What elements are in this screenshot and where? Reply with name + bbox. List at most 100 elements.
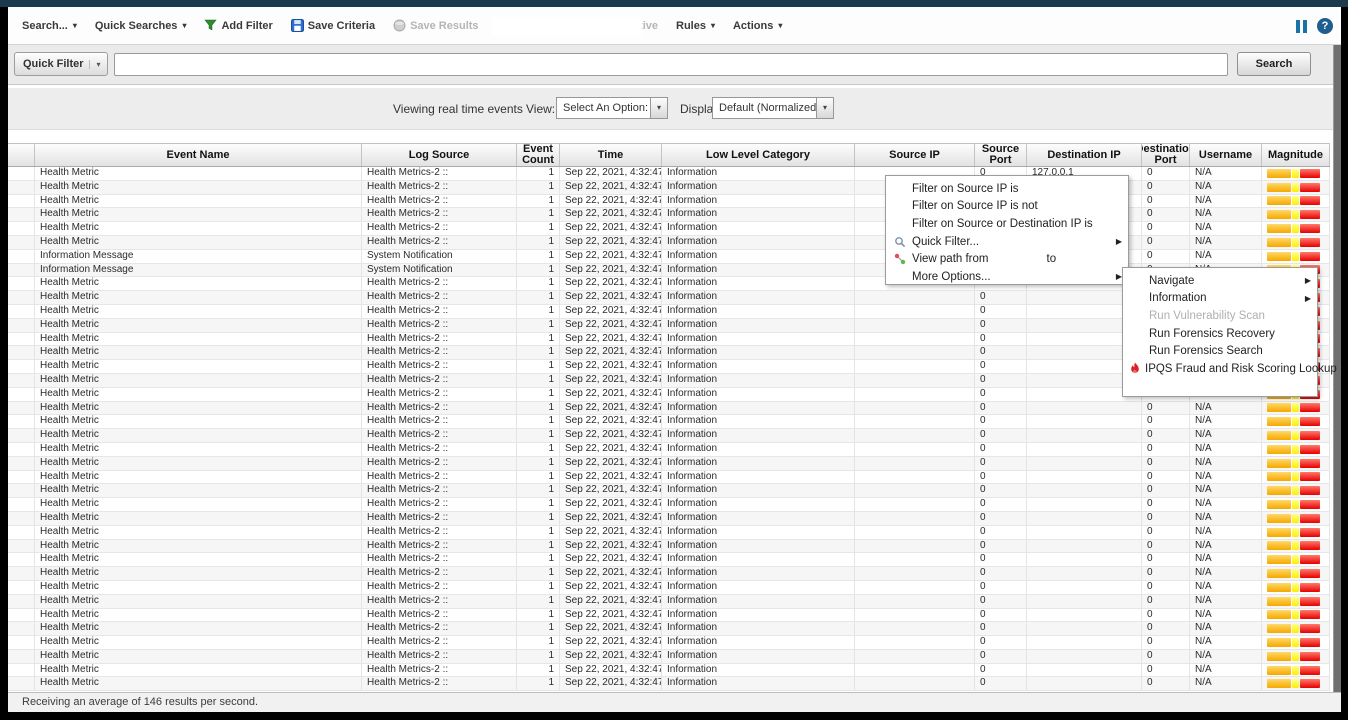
cell-event-name: Health Metric <box>35 236 362 249</box>
cell-event-name: Health Metric <box>35 622 362 635</box>
cell-log-source: Health Metrics-2 :: <box>362 181 517 194</box>
column-header-dest-ip[interactable]: Destination IP <box>1027 144 1142 166</box>
context-menu-item-view-path-from[interactable]: View path fromto <box>886 250 1128 268</box>
table-row[interactable]: Health MetricHealth Metrics-2 ::1Sep 22,… <box>8 498 1330 512</box>
column-header-username[interactable]: Username <box>1190 144 1262 166</box>
quick-filter-dropdown[interactable]: Quick Filter ▾ <box>14 52 108 76</box>
display-select[interactable]: Default (Normalized) ▾ <box>712 97 834 119</box>
help-icon[interactable]: ? <box>1317 18 1333 34</box>
table-row[interactable]: Health MetricHealth Metrics-2 ::1Sep 22,… <box>8 595 1330 609</box>
cell-select <box>8 250 35 263</box>
table-row[interactable]: Health MetricHealth Metrics-2 ::1Sep 22,… <box>8 208 1330 222</box>
toolbar-item-add-filter[interactable]: Add Filter <box>204 19 272 32</box>
submenu-item-ipqs-fraud-and-risk-scoring-lookup[interactable]: IPQS Fraud and Risk Scoring Lookup <box>1123 360 1317 378</box>
cell-category: Information <box>662 167 855 180</box>
table-row[interactable]: Health MetricHealth Metrics-2 ::1Sep 22,… <box>8 236 1330 250</box>
table-row[interactable]: Health MetricHealth Metrics-2 ::1Sep 22,… <box>8 443 1330 457</box>
context-menu-item-filter-on-source-ip-is-not[interactable]: Filter on Source IP is not <box>886 198 1128 216</box>
view-select[interactable]: Select An Option: ▾ <box>556 97 668 119</box>
table-row[interactable]: Health MetricHealth Metrics-2 ::1Sep 22,… <box>8 457 1330 471</box>
column-header-magnitude[interactable]: Magnitude <box>1262 144 1330 166</box>
submenu-item-information[interactable]: Information▶ <box>1123 290 1317 308</box>
cell-dest-ip <box>1027 443 1142 456</box>
toolbar-item-save-criteria[interactable]: Save Criteria <box>291 19 375 32</box>
column-header-log-source[interactable]: Log Source <box>362 144 517 166</box>
table-row[interactable]: Health MetricHealth Metrics-2 ::1Sep 22,… <box>8 512 1330 526</box>
cell-time: Sep 22, 2021, 4:32:47 PM <box>560 402 662 415</box>
table-row[interactable]: Health MetricHealth Metrics-2 ::1Sep 22,… <box>8 415 1330 429</box>
table-row[interactable]: Health MetricHealth Metrics-2 ::1Sep 22,… <box>8 526 1330 540</box>
cell-username: N/A <box>1190 677 1262 690</box>
toolbar-item-quick-searches[interactable]: Quick Searches▾ <box>95 20 187 32</box>
cell-log-source: Health Metrics-2 :: <box>362 443 517 456</box>
cell-log-source: Health Metrics-2 :: <box>362 581 517 594</box>
table-row[interactable]: Information MessageSystem Notification1S… <box>8 250 1330 264</box>
table-row[interactable]: Health MetricHealth Metrics-2 ::1Sep 22,… <box>8 471 1330 485</box>
quick-filter-label: Quick Filter <box>15 58 89 70</box>
cell-select <box>8 484 35 497</box>
table-row[interactable]: Health MetricHealth Metrics-2 ::1Sep 22,… <box>8 540 1330 554</box>
cell-time: Sep 22, 2021, 4:32:47 PM <box>560 195 662 208</box>
toolbar-item-label: Save Results <box>410 20 478 32</box>
table-row[interactable]: Health MetricHealth Metrics-2 ::1Sep 22,… <box>8 167 1330 181</box>
cell-event-count: 1 <box>517 664 560 677</box>
table-row[interactable]: Health MetricHealth Metrics-2 ::1Sep 22,… <box>8 484 1330 498</box>
column-header-event-count[interactable]: Event Count <box>517 144 560 166</box>
cell-event-name: Health Metric <box>35 484 362 497</box>
toolbar-item-rules[interactable]: Rules▾ <box>676 20 715 32</box>
table-row[interactable]: Health MetricHealth Metrics-2 ::1Sep 22,… <box>8 402 1330 416</box>
magnitude-bar <box>1300 597 1320 606</box>
cell-event-count: 1 <box>517 650 560 663</box>
table-row[interactable]: Health MetricHealth Metrics-2 ::1Sep 22,… <box>8 222 1330 236</box>
table-row[interactable]: Health MetricHealth Metrics-2 ::1Sep 22,… <box>8 181 1330 195</box>
toolbar-item-actions[interactable]: Actions▾ <box>733 20 782 32</box>
cell-event-count: 1 <box>517 333 560 346</box>
toolbar-item-search[interactable]: Search...▾ <box>22 20 77 32</box>
top-navy-bar <box>0 0 1348 7</box>
pause-streaming-icon[interactable] <box>1296 20 1307 33</box>
cell-source-ip <box>855 346 975 359</box>
table-row[interactable]: Health MetricHealth Metrics-2 ::1Sep 22,… <box>8 650 1330 664</box>
search-input[interactable] <box>114 53 1228 76</box>
cell-username: N/A <box>1190 222 1262 235</box>
column-header-category[interactable]: Low Level Category <box>662 144 855 166</box>
table-row[interactable]: Health MetricHealth Metrics-2 ::1Sep 22,… <box>8 664 1330 678</box>
table-row[interactable]: Health MetricHealth Metrics-2 ::1Sep 22,… <box>8 581 1330 595</box>
column-header-event-name[interactable]: Event Name <box>35 144 362 166</box>
table-row[interactable]: Health MetricHealth Metrics-2 ::1Sep 22,… <box>8 622 1330 636</box>
context-menu-item-more-options[interactable]: More Options...▶ <box>886 268 1128 286</box>
magnitude-bar <box>1292 183 1299 192</box>
cell-dest-port: 0 <box>1142 498 1190 511</box>
column-header-source-port[interactable]: Source Port <box>975 144 1027 166</box>
context-menu-item-filter-on-source-ip-is[interactable]: Filter on Source IP is <box>886 180 1128 198</box>
cell-dest-port: 0 <box>1142 609 1190 622</box>
column-header-dest-port[interactable]: Destination Port <box>1142 144 1190 166</box>
submenu-item-navigate[interactable]: Navigate▶ <box>1123 272 1317 290</box>
table-row[interactable]: Health MetricHealth Metrics-2 ::1Sep 22,… <box>8 567 1330 581</box>
column-header-source-ip[interactable]: Source IP <box>855 144 975 166</box>
submenu-item-run-forensics-recovery[interactable]: Run Forensics Recovery <box>1123 325 1317 343</box>
table-row[interactable]: Health MetricHealth Metrics-2 ::1Sep 22,… <box>8 429 1330 443</box>
table-row[interactable]: Health MetricHealth Metrics-2 ::1Sep 22,… <box>8 553 1330 567</box>
cell-username: N/A <box>1190 429 1262 442</box>
toolbar-item-label: Rules <box>676 20 706 32</box>
column-header-time[interactable]: Time <box>560 144 662 166</box>
cell-category: Information <box>662 319 855 332</box>
magnitude-bar <box>1292 624 1299 633</box>
cell-dest-port: 0 <box>1142 622 1190 635</box>
cell-source-ip <box>855 526 975 539</box>
column-header-select[interactable] <box>8 144 35 166</box>
submenu-item-run-forensics-search[interactable]: Run Forensics Search <box>1123 342 1317 360</box>
search-button[interactable]: Search <box>1237 52 1311 76</box>
table-row[interactable]: Health MetricHealth Metrics-2 ::1Sep 22,… <box>8 677 1330 691</box>
table-row[interactable]: Health MetricHealth Metrics-2 ::1Sep 22,… <box>8 195 1330 209</box>
magnitude-bar <box>1292 472 1299 481</box>
table-row[interactable]: Health MetricHealth Metrics-2 ::1Sep 22,… <box>8 636 1330 650</box>
cell-event-name: Health Metric <box>35 333 362 346</box>
cell-category: Information <box>662 677 855 690</box>
context-menu-item-quick-filter[interactable]: Quick Filter...▶ <box>886 233 1128 251</box>
context-menu-item-filter-on-source-or-destination-ip-is[interactable]: Filter on Source or Destination IP is <box>886 215 1128 233</box>
table-row[interactable]: Health MetricHealth Metrics-2 ::1Sep 22,… <box>8 609 1330 623</box>
cell-category: Information <box>662 443 855 456</box>
magnitude-bar <box>1300 431 1320 440</box>
